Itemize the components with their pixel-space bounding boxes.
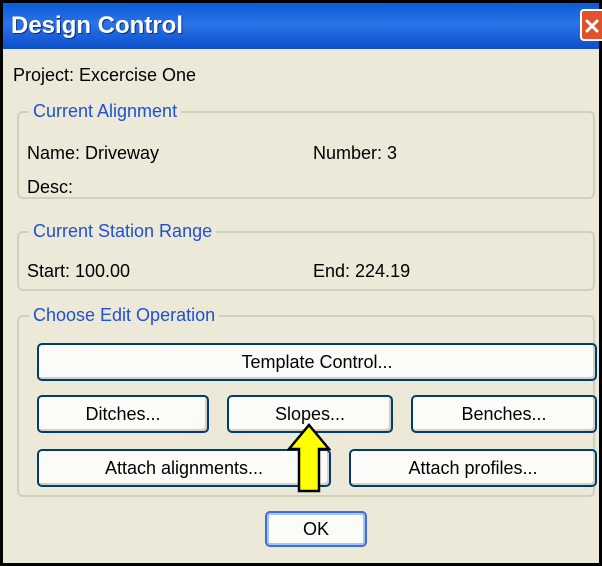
- station-range-group: Current Station Range Start: 100.00 End:…: [17, 220, 595, 291]
- alignment-number: Number: 3: [313, 143, 398, 163]
- current-alignment-legend: Current Alignment: [29, 100, 182, 122]
- template-control-button[interactable]: Template Control...: [37, 343, 597, 381]
- close-icon: [585, 19, 599, 33]
- station-end: End: 224.19: [313, 261, 411, 281]
- project-label: Project: Excercise One: [13, 65, 197, 85]
- dialog-title: Design Control: [11, 12, 183, 39]
- benches-button[interactable]: Benches...: [411, 395, 597, 433]
- alignment-desc: Desc:: [27, 177, 74, 197]
- edit-operation-legend: Choose Edit Operation: [29, 304, 220, 326]
- station-range-legend: Current Station Range: [29, 220, 217, 242]
- ok-button[interactable]: OK: [265, 511, 367, 547]
- alignment-name: Name: Driveway: [27, 143, 160, 163]
- design-control-dialog: Design Control Project: Excercise One Cu…: [0, 0, 602, 566]
- ditches-button[interactable]: Ditches...: [37, 395, 209, 433]
- attach-profiles-button[interactable]: Attach profiles...: [349, 449, 597, 487]
- close-button[interactable]: [580, 9, 602, 41]
- current-alignment-group: Current Alignment Name: Driveway Number:…: [17, 100, 595, 199]
- up-arrow-icon: [287, 423, 331, 493]
- title-bar[interactable]: Design Control: [3, 3, 602, 49]
- station-start: Start: 100.00: [27, 261, 131, 281]
